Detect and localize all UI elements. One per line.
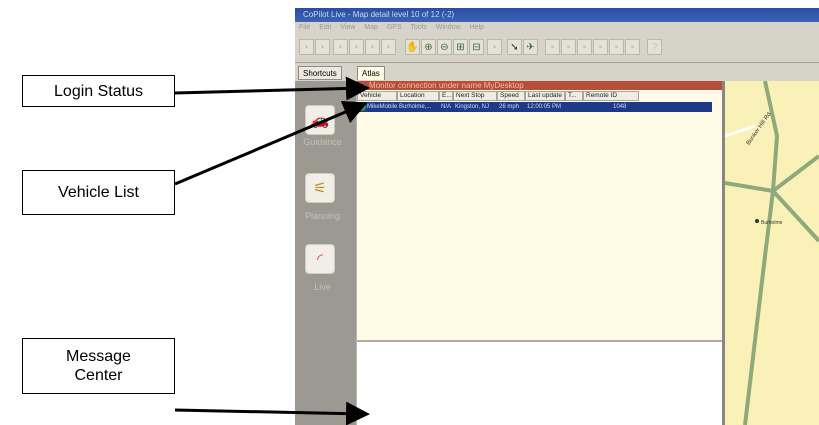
- callout-arrows: [174, 76, 370, 425]
- vehicle-list-arrow: [174, 100, 368, 186]
- login-status-arrow: [174, 76, 370, 101]
- message-center-arrow: [174, 401, 370, 425]
